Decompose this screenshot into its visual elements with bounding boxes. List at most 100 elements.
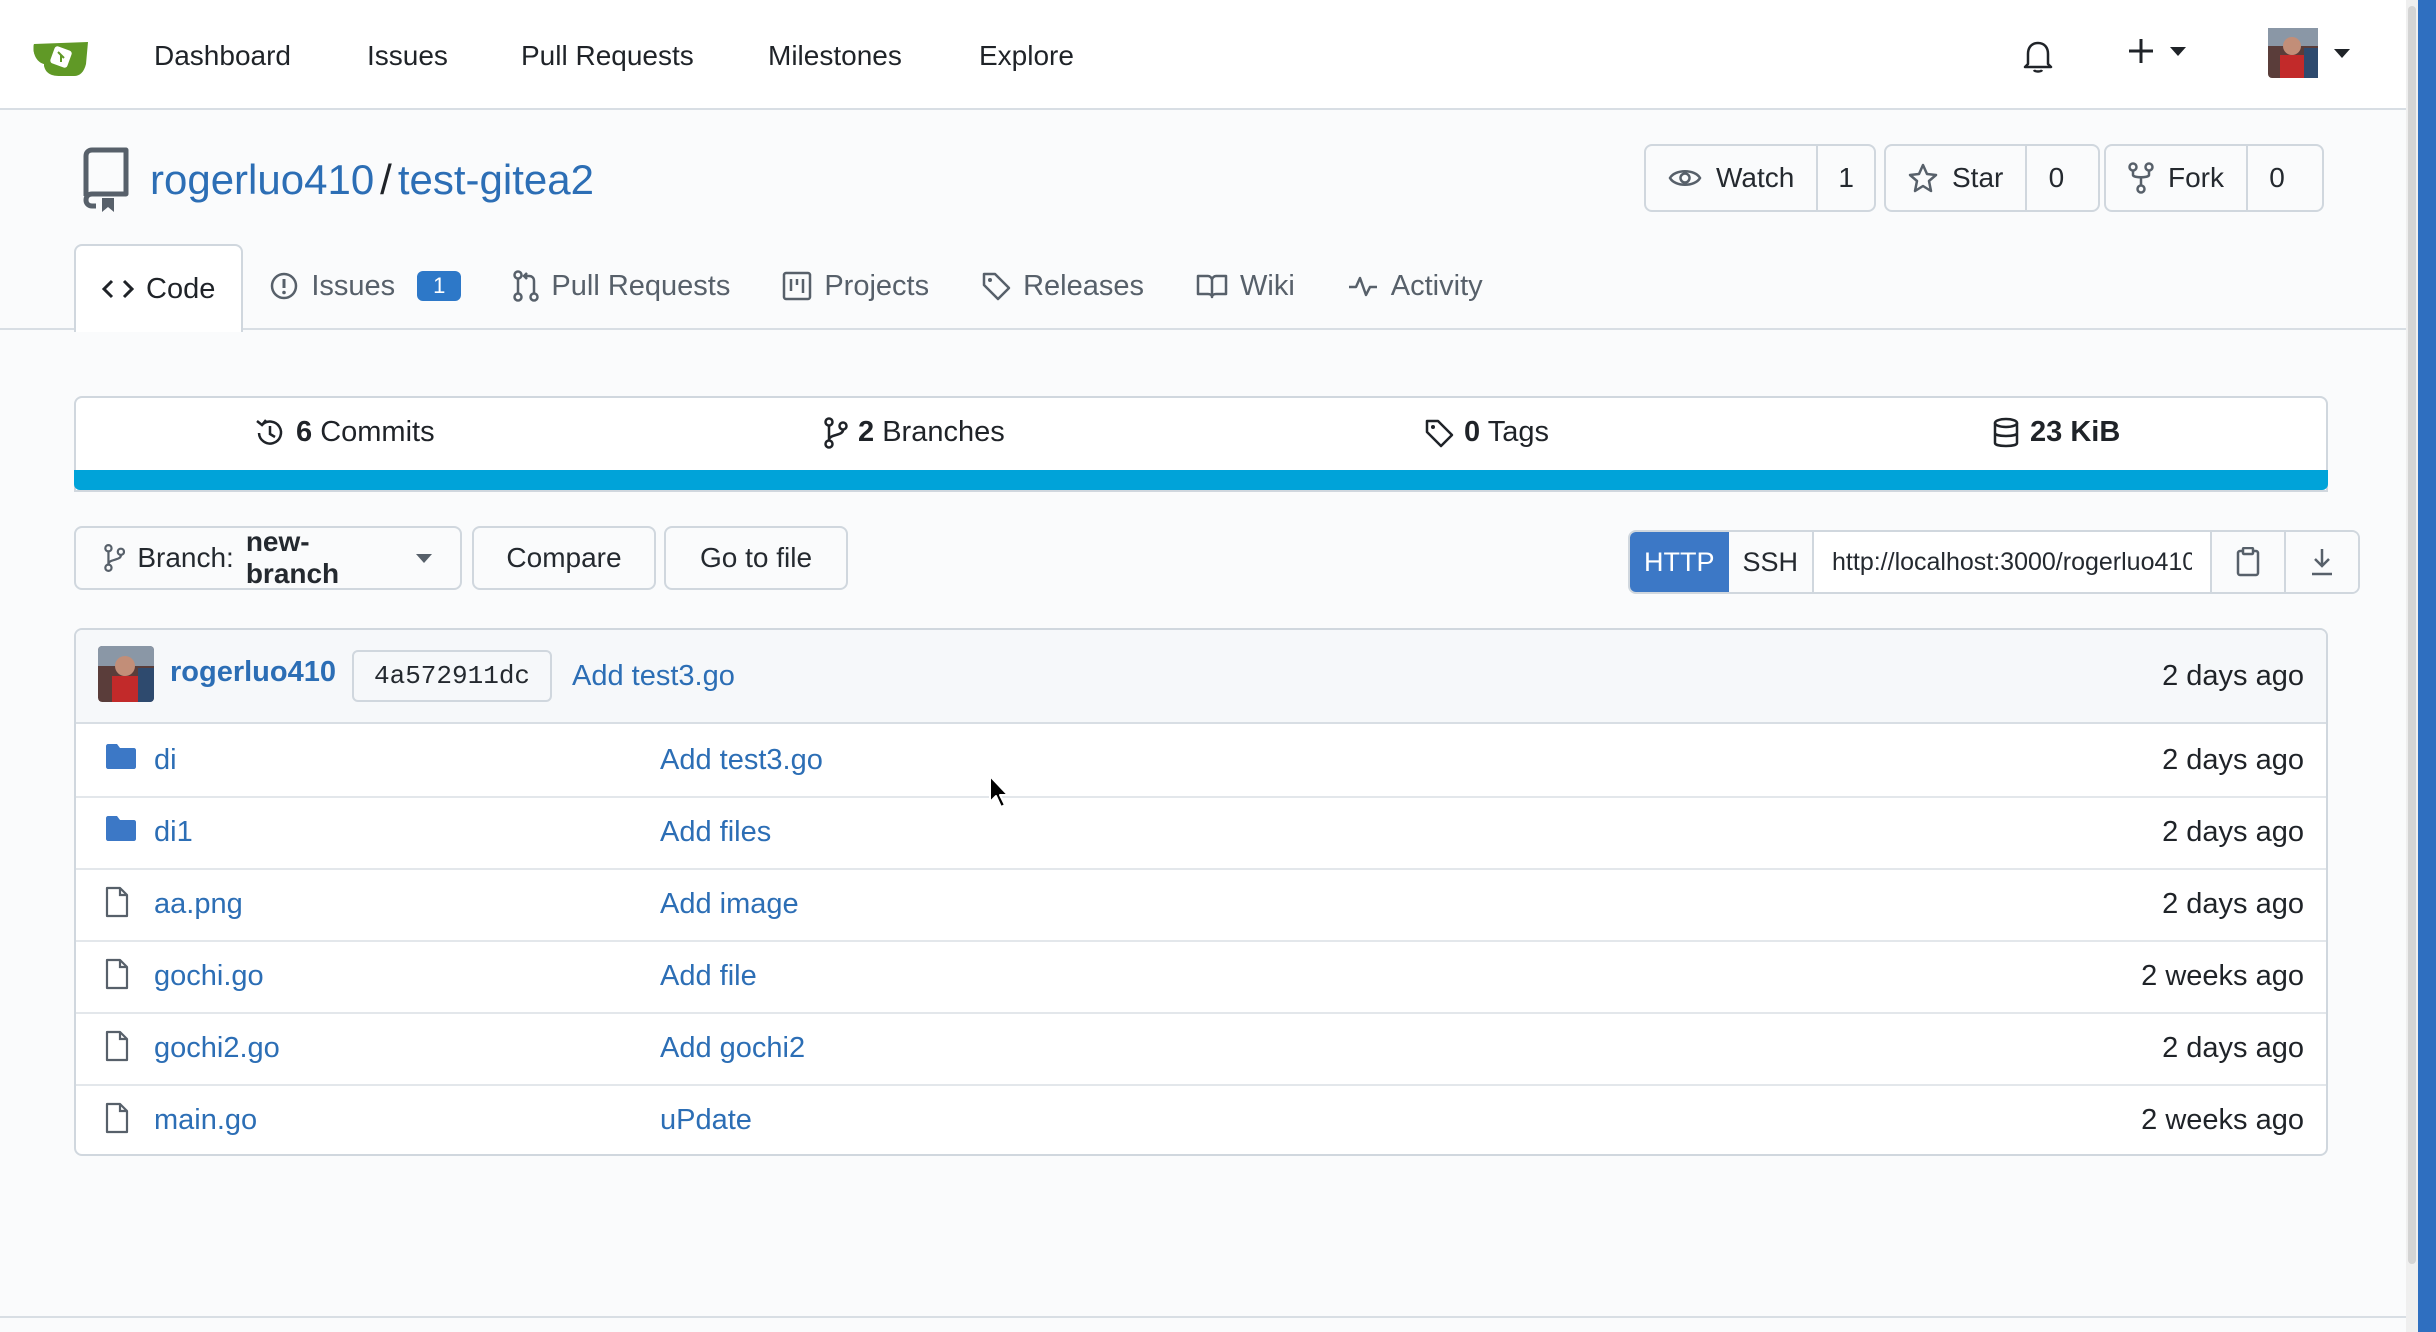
tag-icon: [982, 272, 1011, 301]
tab-releases-label: Releases: [1023, 269, 1145, 302]
download-icon: [2312, 549, 2333, 576]
divider: [0, 1316, 2406, 1318]
file-icon: [105, 958, 129, 990]
repo-icon: [83, 147, 129, 212]
repo-owner-link[interactable]: rogerluo410: [150, 156, 374, 203]
tab-projects[interactable]: Projects: [756, 244, 955, 328]
user-menu[interactable]: [2268, 28, 2350, 78]
fork-icon: [2128, 162, 2154, 194]
top-navbar: Dashboard Issues Pull Requests Milestone…: [0, 0, 2406, 110]
file-icon: [105, 886, 129, 918]
chevron-down-icon: [416, 553, 432, 563]
file-name-link[interactable]: di: [154, 744, 177, 777]
file-commit-time: 2 days ago: [2162, 816, 2304, 848]
file-row: gochi.go Add file 2 weeks ago: [76, 940, 2326, 1014]
fork-count[interactable]: 0: [2248, 146, 2306, 210]
bell-icon[interactable]: [2022, 38, 2054, 74]
file-commit-message-link[interactable]: uPdate: [660, 1104, 752, 1137]
file-icon-wrap: [104, 958, 130, 995]
clone-url-input[interactable]: [1814, 532, 2213, 592]
file-icon-wrap: [104, 1102, 130, 1139]
file-commit-time: 2 weeks ago: [2141, 960, 2304, 992]
scrollbar-thumb[interactable]: [2408, 6, 2416, 1264]
repo-tabs: Code Issues 1 Pull Requests Projects Rel…: [74, 244, 1509, 332]
branches-stat[interactable]: 2 Branches: [824, 416, 1005, 449]
tab-issues-label: Issues: [311, 269, 396, 302]
file-commit-time: 2 days ago: [2162, 888, 2304, 920]
tags-stat[interactable]: 0 Tags: [1424, 416, 1549, 449]
create-menu[interactable]: [2126, 36, 2186, 66]
file-name-link[interactable]: aa.png: [154, 888, 243, 921]
tab-issues[interactable]: Issues 1: [243, 244, 487, 328]
file-row: di1 Add files 2 days ago: [76, 796, 2326, 870]
file-name-link[interactable]: main.go: [154, 1104, 257, 1137]
file-name-link[interactable]: gochi2.go: [154, 1032, 280, 1065]
commit-author-link[interactable]: rogerluo410: [170, 656, 336, 689]
fork-button[interactable]: Fork: [2106, 146, 2248, 210]
repo-size: 23 KiB: [2030, 416, 2121, 448]
branch-icon: [104, 544, 126, 572]
gitea-logo-icon[interactable]: [30, 34, 90, 78]
branch-selector[interactable]: Branch: new-branch: [74, 526, 462, 590]
nav-milestones[interactable]: Milestones: [768, 36, 902, 76]
file-icon: [105, 1030, 129, 1062]
folder-icon-wrap: [104, 814, 138, 847]
download-button[interactable]: [2284, 532, 2359, 592]
repo-header: rogerluo410/test-gitea2 Watch 1 Star 0 F…: [0, 110, 2406, 332]
star-count[interactable]: 0: [2027, 146, 2085, 210]
tab-pull-requests[interactable]: Pull Requests: [487, 244, 756, 328]
issue-icon: [271, 272, 298, 300]
tab-releases[interactable]: Releases: [955, 244, 1170, 328]
avatar[interactable]: [98, 646, 154, 702]
file-commit-message-link[interactable]: Add file: [660, 960, 757, 993]
http-clone-button[interactable]: HTTP: [1630, 532, 1729, 592]
file-row: di Add test3.go 2 days ago: [76, 724, 2326, 798]
repo-name-link[interactable]: test-gitea2: [398, 156, 594, 203]
pulse-icon: [1348, 276, 1377, 297]
go-to-file-button[interactable]: Go to file: [664, 526, 848, 590]
star-icon: [1908, 163, 1938, 193]
branch-name: new-branch: [245, 526, 340, 589]
folder-icon: [106, 744, 136, 769]
commit-message-link[interactable]: Add test3.go: [572, 660, 735, 693]
file-name-link[interactable]: di1: [154, 816, 193, 849]
file-commit-message-link[interactable]: Add image: [660, 888, 799, 921]
compare-button[interactable]: Compare: [472, 526, 656, 590]
mouse-cursor-icon: [989, 775, 1009, 808]
commits-count: 6: [296, 416, 313, 448]
repo-title: rogerluo410/test-gitea2: [150, 152, 594, 208]
file-commit-message-link[interactable]: Add files: [660, 816, 771, 849]
tab-activity[interactable]: Activity: [1321, 244, 1509, 328]
commits-stat[interactable]: 6 Commits: [254, 416, 435, 449]
plus-icon: [2129, 39, 2153, 63]
ssh-clone-button[interactable]: SSH: [1728, 532, 1815, 592]
nav-issues[interactable]: Issues: [367, 36, 448, 76]
star-button[interactable]: Star: [1886, 146, 2028, 210]
star-label: Star: [1952, 162, 2004, 193]
watch-button[interactable]: Watch: [1646, 146, 1819, 210]
branches-count: 2: [858, 416, 875, 448]
tags-label: Tags: [1487, 416, 1549, 448]
clone-panel: HTTP SSH: [1628, 530, 2361, 594]
copy-url-button[interactable]: [2212, 532, 2285, 592]
watch-count[interactable]: 1: [1818, 146, 1874, 210]
file-commit-message-link[interactable]: Add gochi2: [660, 1032, 805, 1065]
nav-explore[interactable]: Explore: [979, 36, 1074, 76]
tab-code[interactable]: Code: [74, 244, 244, 332]
tab-pull-requests-label: Pull Requests: [551, 269, 731, 302]
nav-dashboard[interactable]: Dashboard: [154, 36, 291, 76]
nav-pull-requests[interactable]: Pull Requests: [521, 36, 694, 76]
tab-wiki[interactable]: Wiki: [1170, 244, 1321, 328]
file-commit-message-link[interactable]: Add test3.go: [660, 744, 823, 777]
commit-sha-button[interactable]: 4a572911dc: [352, 650, 553, 702]
file-icon-wrap: [104, 1030, 130, 1067]
file-name-link[interactable]: gochi.go: [154, 960, 264, 993]
file-row: aa.png Add image 2 days ago: [76, 868, 2326, 942]
size-stat: 23 KiB: [1992, 416, 2120, 449]
commits-label: Commits: [320, 416, 435, 448]
file-row: gochi2.go Add gochi2 2 days ago: [76, 1012, 2326, 1086]
folder-icon-wrap: [104, 742, 138, 775]
file-icon-wrap: [104, 886, 130, 923]
file-icon: [105, 1102, 129, 1134]
repo-title-separator: /: [380, 156, 392, 203]
